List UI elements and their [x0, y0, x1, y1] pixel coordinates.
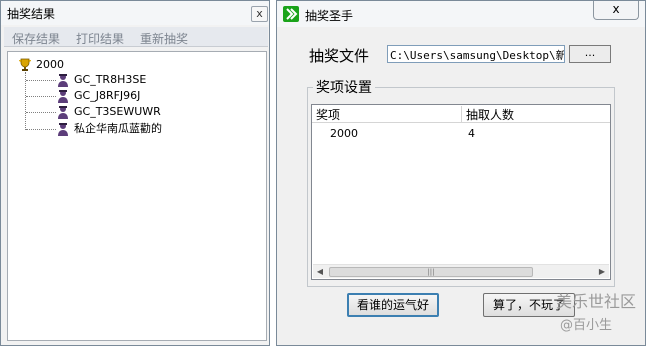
results-title: 抽奖结果 — [7, 7, 56, 21]
watermark-text: 美乐世社区 — [556, 292, 637, 311]
row-count-cell[interactable]: 4 — [468, 127, 475, 140]
close-button[interactable]: x — [593, 1, 639, 20]
scroll-right-icon[interactable]: ▶ — [596, 266, 608, 278]
person-icon — [58, 74, 68, 87]
row-prize-cell[interactable]: 2000 — [330, 127, 358, 140]
tree-root-label[interactable]: 2000 — [36, 58, 64, 72]
tree-connector — [26, 129, 56, 130]
file-label: 抽奖文件 — [309, 47, 370, 65]
save-results-button[interactable]: 保存结果 — [12, 30, 60, 47]
print-results-button[interactable]: 打印结果 — [76, 30, 124, 47]
file-path-input[interactable]: C:\Users\samsung\Desktop\新建 — [387, 45, 565, 63]
trophy-icon — [19, 58, 31, 71]
app-icon — [283, 6, 299, 22]
tree-child-label[interactable]: GC_T3SEWUWR — [74, 105, 161, 119]
tree-connector — [26, 96, 56, 97]
column-header-count[interactable]: 抽取人数 — [462, 106, 610, 122]
tree-child-label[interactable]: 私企华南瓜蓝勸的 — [74, 122, 162, 136]
redraw-button[interactable]: 重新抽奖 — [140, 30, 188, 47]
scroll-left-icon[interactable]: ◀ — [314, 266, 326, 278]
tree-child-label[interactable]: GC_TR8H3SE — [74, 73, 146, 87]
close-button[interactable]: x — [251, 6, 268, 22]
person-icon — [58, 106, 68, 119]
tree-connector — [26, 80, 56, 81]
lottery-title: 抽奖圣手 — [305, 9, 354, 23]
column-header-prize[interactable]: 奖项 — [312, 106, 462, 122]
prize-list[interactable]: 奖项 抽取人数 2000 4 ◀ ||| ▶ — [311, 104, 611, 280]
results-tree[interactable]: 2000 GC_TR8H3SE GC_J8RFJ96J GC_T3SEWUWR … — [7, 51, 267, 341]
person-icon — [58, 90, 68, 103]
draw-button[interactable]: 看谁的运气好 — [347, 293, 439, 317]
list-header: 奖项 抽取人数 — [312, 105, 610, 123]
results-window: 抽奖结果 x 保存结果 打印结果 重新抽奖 2000 GC_TR8H3SE GC… — [0, 0, 270, 346]
watermark-handle: @百小生 — [560, 318, 613, 333]
scroll-thumb[interactable]: ||| — [329, 267, 533, 277]
results-toolbar: 保存结果 打印结果 重新抽奖 — [4, 27, 268, 47]
tree-child-label[interactable]: GC_J8RFJ96J — [74, 89, 140, 103]
results-titlebar: 抽奖结果 x — [1, 1, 269, 25]
person-icon — [58, 123, 68, 136]
horizontal-scrollbar[interactable]: ◀ ||| ▶ — [313, 264, 609, 278]
browse-button[interactable]: ... — [569, 45, 611, 63]
group-title: 奖项设置 — [313, 77, 375, 97]
lottery-titlebar: 抽奖圣手 x — [277, 1, 645, 27]
tree-connector — [26, 112, 56, 113]
